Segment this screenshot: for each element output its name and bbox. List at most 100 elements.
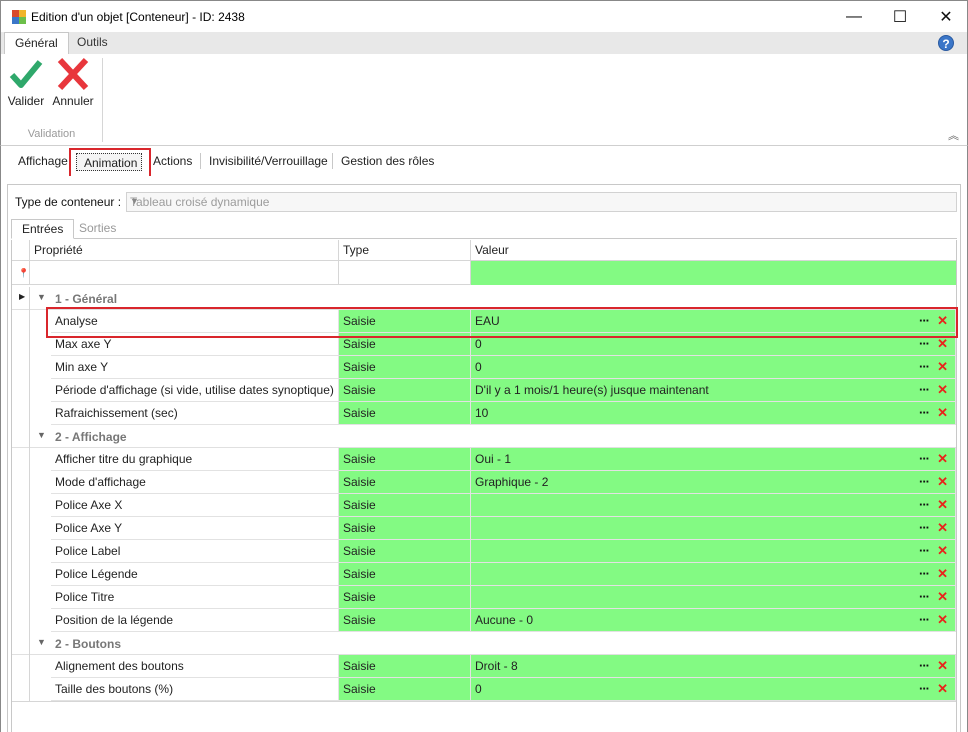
property-type-cell[interactable]: Saisie: [339, 563, 471, 586]
delete-icon[interactable]: ✕: [937, 678, 948, 700]
header-type[interactable]: Type: [339, 240, 471, 261]
property-value-cell[interactable]: EAU ··· ✕: [471, 310, 956, 333]
delete-icon[interactable]: ✕: [937, 402, 948, 424]
property-type-cell[interactable]: Saisie: [339, 494, 471, 517]
property-type-cell[interactable]: Saisie: [339, 586, 471, 609]
delete-icon[interactable]: ✕: [937, 333, 948, 355]
property-row[interactable]: Position de la légende Saisie Aucune - 0 ··…: [12, 609, 956, 632]
group-collapse-icon[interactable]: ▼: [37, 292, 46, 302]
property-row[interactable]: Mode d'affichage Saisie Graphique - 2 ··· ✕: [12, 471, 956, 494]
delete-icon[interactable]: ✕: [937, 655, 948, 677]
property-value-cell[interactable]: 10 ··· ✕: [471, 402, 956, 425]
tab-affichage[interactable]: Affichage: [18, 154, 68, 168]
property-row[interactable]: Taille des boutons (%) Saisie 0 ··· ✕: [12, 678, 956, 701]
property-row[interactable]: Police Axe X Saisie ··· ✕: [12, 494, 956, 517]
filter-type-input[interactable]: [339, 261, 471, 285]
container-type-select[interactable]: Tableau croisé dynamique ▼: [126, 192, 957, 212]
property-value-cell[interactable]: ··· ✕: [471, 517, 956, 540]
property-type-cell[interactable]: Saisie: [339, 402, 471, 425]
property-name-cell[interactable]: Min axe Y: [51, 356, 339, 379]
property-name-cell[interactable]: Police Axe Y: [51, 517, 339, 540]
property-value-cell[interactable]: Aucune - 0 ··· ✕: [471, 609, 956, 632]
property-row[interactable]: Max axe Y Saisie 0 ··· ✕: [12, 333, 956, 356]
property-row[interactable]: Afficher titre du graphique Saisie Oui - 1…: [12, 448, 956, 471]
help-icon[interactable]: ?: [938, 35, 954, 51]
property-name-cell[interactable]: Afficher titre du graphique: [51, 448, 339, 471]
group-row[interactable]: ▼ 2 - Boutons: [12, 632, 956, 655]
property-row[interactable]: Alignement des boutons Saisie Droit - 8 ···…: [12, 655, 956, 678]
edit-ellipsis-button[interactable]: ···: [919, 356, 930, 378]
delete-icon[interactable]: ✕: [937, 494, 948, 516]
edit-ellipsis-button[interactable]: ···: [919, 333, 930, 355]
property-row[interactable]: Police Titre Saisie ··· ✕: [12, 586, 956, 609]
delete-icon[interactable]: ✕: [937, 609, 948, 631]
valider-button[interactable]: Valider: [4, 54, 48, 114]
property-name-cell[interactable]: Position de la légende: [51, 609, 339, 632]
property-value-cell[interactable]: 0 ··· ✕: [471, 356, 956, 379]
delete-icon[interactable]: ✕: [937, 379, 948, 401]
property-type-cell[interactable]: Saisie: [339, 678, 471, 701]
property-name-cell[interactable]: Alignement des boutons: [51, 655, 339, 678]
header-value[interactable]: Valeur: [471, 240, 956, 261]
property-row[interactable]: Police Légende Saisie ··· ✕: [12, 563, 956, 586]
tab-animation[interactable]: Animation: [76, 153, 142, 171]
edit-ellipsis-button[interactable]: ···: [919, 448, 930, 470]
tab-actions[interactable]: Actions: [153, 154, 192, 168]
property-value-cell[interactable]: ··· ✕: [471, 494, 956, 517]
filter-value-input[interactable]: [471, 261, 956, 285]
delete-icon[interactable]: ✕: [937, 310, 948, 332]
property-type-cell[interactable]: Saisie: [339, 540, 471, 563]
edit-ellipsis-button[interactable]: ···: [919, 563, 930, 585]
property-type-cell[interactable]: Saisie: [339, 471, 471, 494]
property-name-cell[interactable]: Mode d'affichage: [51, 471, 339, 494]
group-row[interactable]: ▶ ▼ 1 - Général: [12, 287, 956, 310]
close-button[interactable]: ✕: [923, 1, 968, 32]
edit-ellipsis-button[interactable]: ···: [919, 540, 930, 562]
property-row[interactable]: Police Label Saisie ··· ✕: [12, 540, 956, 563]
filter-property-input[interactable]: [30, 261, 339, 285]
tab-invisibilite[interactable]: Invisibilité/Verrouillage: [209, 154, 328, 168]
property-row[interactable]: Min axe Y Saisie 0 ··· ✕: [12, 356, 956, 379]
group-collapse-icon[interactable]: ▼: [37, 430, 46, 440]
property-value-cell[interactable]: 0 ··· ✕: [471, 333, 956, 356]
edit-ellipsis-button[interactable]: ···: [919, 655, 930, 677]
delete-icon[interactable]: ✕: [937, 356, 948, 378]
annuler-button[interactable]: Annuler: [51, 54, 95, 114]
delete-icon[interactable]: ✕: [937, 517, 948, 539]
property-name-cell[interactable]: Police Légende: [51, 563, 339, 586]
property-row[interactable]: Rafraichissement (sec) Saisie 10 ··· ✕: [12, 402, 956, 425]
property-value-cell[interactable]: Graphique - 2 ··· ✕: [471, 471, 956, 494]
edit-ellipsis-button[interactable]: ···: [919, 310, 930, 332]
delete-icon[interactable]: ✕: [937, 471, 948, 493]
property-type-cell[interactable]: Saisie: [339, 448, 471, 471]
minimize-button[interactable]: —: [831, 1, 877, 32]
tab-sorties[interactable]: Sorties: [69, 219, 126, 239]
delete-icon[interactable]: ✕: [937, 448, 948, 470]
edit-ellipsis-button[interactable]: ···: [919, 517, 930, 539]
tab-gestion-roles[interactable]: Gestion des rôles: [341, 154, 434, 168]
edit-ellipsis-button[interactable]: ···: [919, 379, 930, 401]
property-value-cell[interactable]: ··· ✕: [471, 563, 956, 586]
property-name-cell[interactable]: Période d'affichage (si vide, utilise da…: [51, 379, 339, 402]
edit-ellipsis-button[interactable]: ···: [919, 609, 930, 631]
property-value-cell[interactable]: D'il y a 1 mois/1 heure(s) jusque mainte…: [471, 379, 956, 402]
property-value-cell[interactable]: ··· ✕: [471, 586, 956, 609]
ribbon-tab-outils[interactable]: Outils: [67, 32, 118, 54]
edit-ellipsis-button[interactable]: ···: [919, 678, 930, 700]
property-value-cell[interactable]: Oui - 1 ··· ✕: [471, 448, 956, 471]
header-property[interactable]: Propriété: [30, 240, 339, 261]
group-collapse-icon[interactable]: ▼: [37, 637, 46, 647]
property-type-cell[interactable]: Saisie: [339, 655, 471, 678]
property-name-cell[interactable]: Police Axe X: [51, 494, 339, 517]
property-type-cell[interactable]: Saisie: [339, 379, 471, 402]
property-row[interactable]: Police Axe Y Saisie ··· ✕: [12, 517, 956, 540]
property-type-cell[interactable]: Saisie: [339, 333, 471, 356]
collapse-ribbon-icon[interactable]: ︽: [948, 127, 959, 143]
property-row[interactable]: Période d'affichage (si vide, utilise da…: [12, 379, 956, 402]
edit-ellipsis-button[interactable]: ···: [919, 586, 930, 608]
property-value-cell[interactable]: 0 ··· ✕: [471, 678, 956, 701]
property-name-cell[interactable]: Rafraichissement (sec): [51, 402, 339, 425]
property-type-cell[interactable]: Saisie: [339, 310, 471, 333]
delete-icon[interactable]: ✕: [937, 563, 948, 585]
edit-ellipsis-button[interactable]: ···: [919, 402, 930, 424]
